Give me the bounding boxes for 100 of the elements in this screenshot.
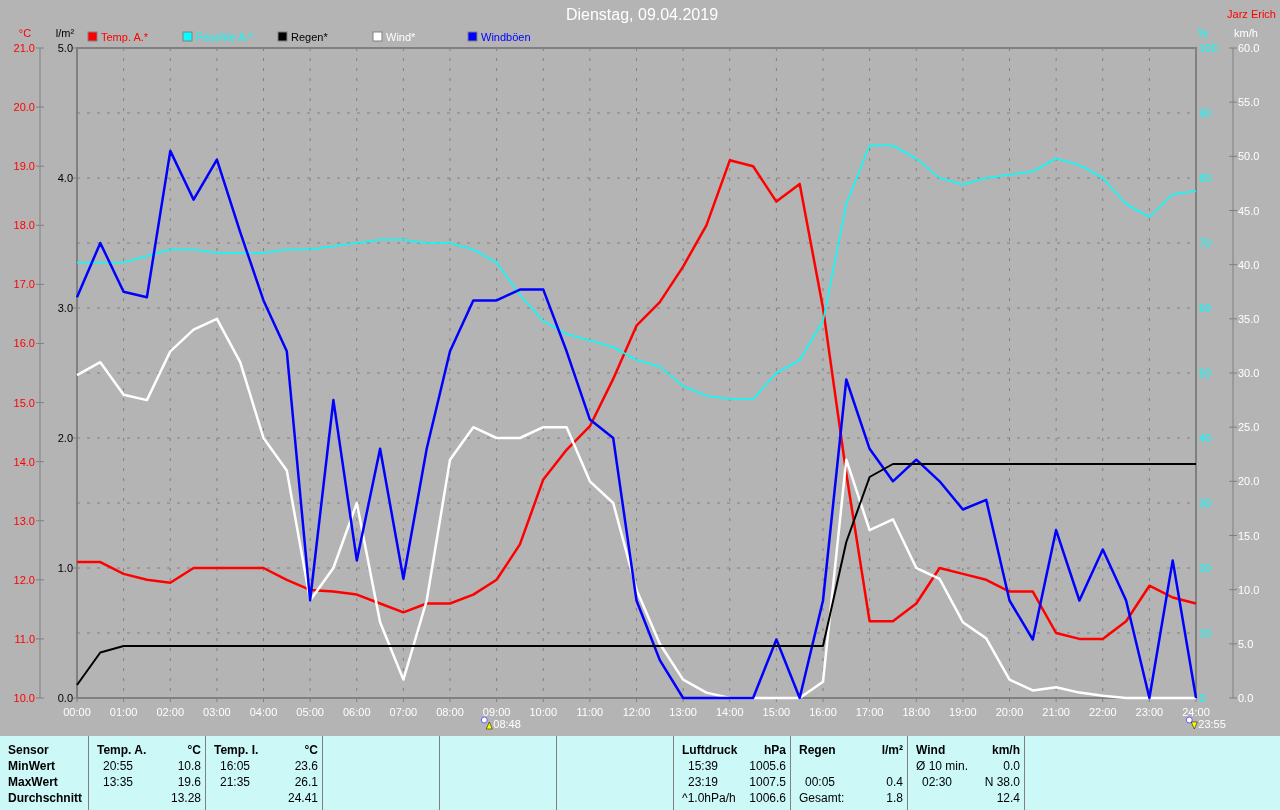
axis-tick-label: 15.0 bbox=[1238, 529, 1260, 542]
row-label: MaxWert bbox=[8, 774, 58, 790]
axis-tick-label: 1.0 bbox=[57, 562, 73, 574]
axis-tick-label: 13:00 bbox=[669, 706, 697, 718]
axis-tick-label: 02:00 bbox=[156, 706, 184, 718]
table-cell: 1006.6 bbox=[749, 790, 786, 806]
axis-tick-label: 10:00 bbox=[529, 706, 557, 718]
axis-unit-label: km/h bbox=[1234, 27, 1258, 39]
axis-tick-label: 20.0 bbox=[1238, 475, 1260, 488]
axis-tick-label: 15.0 bbox=[13, 396, 35, 409]
axis-tick-label: 35.0 bbox=[1238, 312, 1260, 325]
axis-tick-label: 50 bbox=[1199, 367, 1212, 379]
table-cell: 24.41 bbox=[287, 790, 318, 806]
unit-label: °C bbox=[187, 742, 201, 758]
unit-label: °C bbox=[304, 742, 318, 758]
axis-tick-label: 03:00 bbox=[203, 706, 231, 718]
axis-unit-label: l/m² bbox=[55, 27, 75, 39]
axis-tick-label: 04:00 bbox=[249, 706, 278, 718]
axis-tick-label: 100 bbox=[1199, 42, 1218, 54]
axis-tick-label: 17.0 bbox=[13, 278, 35, 291]
axis-tick-label: 5.0 bbox=[1238, 637, 1254, 650]
column-header: Luftdruck bbox=[682, 742, 738, 758]
axis-tick-label: 18.0 bbox=[13, 219, 35, 232]
column-header: Regen bbox=[799, 742, 836, 758]
axis-tick-label: 70 bbox=[1199, 237, 1212, 249]
legend-label: Windböen bbox=[481, 31, 531, 43]
axis-tick-label: 60 bbox=[1199, 302, 1212, 314]
axis-tick-label: 12:00 bbox=[622, 706, 651, 718]
axis-tick-label: 10 bbox=[1199, 627, 1212, 639]
axis-tick-label: 21:00 bbox=[1042, 706, 1070, 718]
axis-unit-label: % bbox=[1198, 27, 1208, 39]
axis-tick-label: 16:00 bbox=[809, 706, 837, 718]
unit-label: km/h bbox=[992, 742, 1020, 758]
table-cell: Ø 10 min. bbox=[916, 758, 969, 774]
table-cell: 26.1 bbox=[294, 774, 318, 790]
axis-tick-label: 14:00 bbox=[716, 706, 744, 718]
author-name: Jarz Erich bbox=[1227, 8, 1276, 20]
axis-tick-label: 20 bbox=[1199, 562, 1212, 574]
legend-label: Feuchte A.* bbox=[196, 31, 253, 43]
axis-tick-label: 0.0 bbox=[1238, 692, 1254, 704]
axis-tick-label: 60.0 bbox=[1238, 42, 1260, 54]
column-header: Sensor bbox=[8, 742, 49, 758]
table-cell: 1007.5 bbox=[749, 774, 786, 790]
axis-tick-label: 40.0 bbox=[1238, 258, 1260, 271]
axis-tick-label: 14.0 bbox=[13, 455, 35, 468]
axis-tick-label: 19:00 bbox=[949, 706, 977, 718]
table-cell: 1.8 bbox=[886, 790, 903, 806]
table-cell: Gesamt: bbox=[799, 790, 845, 806]
axis-tick-label: 11.0 bbox=[14, 632, 35, 645]
axis-tick-label: 21.0 bbox=[13, 42, 35, 54]
column-header: Wind bbox=[916, 742, 946, 758]
chart-title: Dienstag, 09.04.2019 bbox=[565, 6, 719, 23]
table-cell-text: 00:05 bbox=[804, 774, 836, 790]
axis-tick-label: 0.0 bbox=[57, 692, 73, 704]
axis-tick-label: 80 bbox=[1199, 172, 1212, 184]
axis-tick-label: 50.0 bbox=[1238, 150, 1260, 163]
column-header: Temp. A. bbox=[97, 742, 147, 758]
axis-tick-label: 24:00 bbox=[1182, 706, 1210, 718]
table-cell: 12.4 bbox=[996, 790, 1020, 806]
axis-tick-label: 30 bbox=[1199, 497, 1212, 509]
axis-tick-label: 10.0 bbox=[1238, 583, 1260, 596]
table-cell-text: 16:05 bbox=[219, 758, 251, 774]
table-cell: N 38.0 bbox=[984, 774, 1020, 790]
axis-tick-label: 01:00 bbox=[109, 706, 138, 718]
axis-tick-label: 15:00 bbox=[762, 706, 791, 718]
table-cell-text: 21:35 bbox=[219, 774, 251, 790]
legend-label: Wind* bbox=[386, 31, 416, 43]
table-cell-text: 23:19 bbox=[687, 774, 719, 790]
axis-tick-label: 16.0 bbox=[13, 337, 35, 350]
axis-tick-label: 0 bbox=[1199, 692, 1206, 704]
event-time-label: 23:55 bbox=[1198, 718, 1226, 730]
table-cell-text: 20:55 bbox=[102, 758, 134, 774]
axis-tick-label: 00:00 bbox=[63, 706, 91, 718]
row-label: Durchschnitt bbox=[8, 790, 82, 806]
axis-tick-label: 11:00 bbox=[576, 706, 604, 718]
column-header: Temp. I. bbox=[214, 742, 259, 758]
axis-tick-label: 4.0 bbox=[57, 172, 73, 184]
table-cell-text: 13:35 bbox=[102, 774, 134, 790]
table-cell: 0.4 bbox=[886, 774, 903, 790]
axis-tick-label: 30.0 bbox=[1238, 367, 1260, 379]
axis-tick-label: 20.0 bbox=[13, 101, 35, 114]
axis-tick-label: 06:00 bbox=[343, 706, 371, 718]
sun-marker-icon bbox=[1185, 716, 1198, 730]
axis-tick-label: 90 bbox=[1199, 107, 1212, 119]
row-label: MinWert bbox=[8, 758, 56, 774]
table-cell: 1005.6 bbox=[749, 758, 786, 774]
axis-tick-label: 45.0 bbox=[1238, 204, 1260, 217]
axis-tick-label: 12.0 bbox=[13, 573, 35, 586]
table-cell: 10.8 bbox=[177, 758, 201, 774]
axis-tick-label: 20:00 bbox=[995, 706, 1024, 718]
axis-tick-label: 13.0 bbox=[13, 514, 35, 527]
axis-tick-label: 22:00 bbox=[1089, 706, 1117, 718]
axis-tick-label: 09:00 bbox=[482, 706, 511, 718]
axis-tick-label: 19.0 bbox=[13, 160, 35, 173]
axis-tick-label: 55.0 bbox=[1238, 96, 1260, 109]
axis-unit-label: °C bbox=[18, 27, 32, 39]
axis-tick-label: 07:00 bbox=[389, 706, 418, 718]
table-cell-text: 02:30 bbox=[921, 774, 953, 790]
axis-tick-label: 08:00 bbox=[436, 706, 464, 718]
unit-label: l/m² bbox=[881, 742, 903, 758]
